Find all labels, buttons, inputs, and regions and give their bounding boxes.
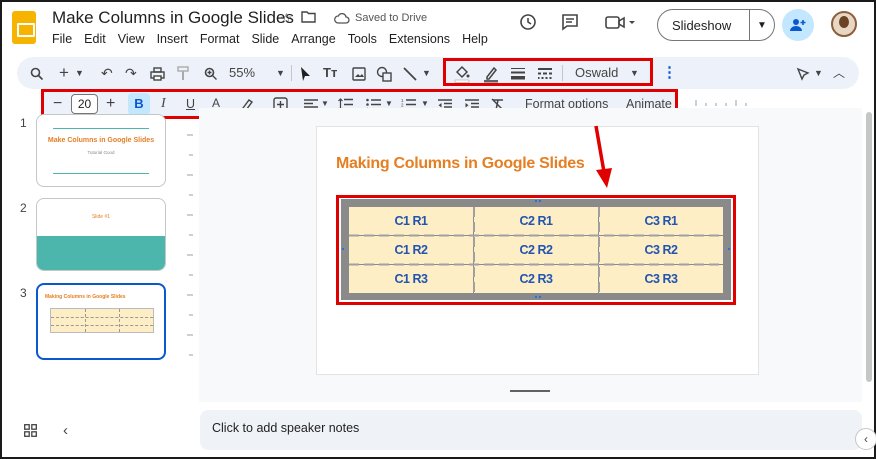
title-icons: ☆ [280,10,316,27]
save-status[interactable]: Saved to Drive [334,12,427,24]
collapse-filmstrip-icon[interactable]: ‹ [63,423,68,440]
red-arrow-icon [594,125,612,188]
select-icon[interactable] [300,57,312,89]
menu-tools[interactable]: Tools [348,32,377,46]
zoom-icon[interactable] [204,57,218,89]
print-icon[interactable] [150,57,165,89]
slide-title[interactable]: Making Columns in Google Slides [336,155,585,173]
menu-file[interactable]: File [52,32,72,46]
slide-number-2: 2 [20,201,27,215]
new-slide-icon[interactable]: + [59,57,69,89]
image-icon[interactable] [352,57,366,89]
thumb2-band [37,236,165,270]
side-panel-toggle-icon[interactable]: ‹ [855,428,876,450]
menu-view[interactable]: View [118,32,145,46]
search-menus-icon[interactable] [30,57,44,89]
collapse-toolbar-icon[interactable]: ︿ [833,57,845,89]
menu-bar: File Edit View Insert Format Slide Arran… [52,32,488,46]
table-highlight-box [336,195,736,305]
new-slide-dropdown-icon[interactable]: ▼ [75,57,84,89]
slide-thumbnail-3[interactable]: Making Columns in Google Slides [36,283,166,360]
save-status-text: Saved to Drive [355,12,428,24]
toolbar-highlight-box [443,58,653,86]
meet-icon[interactable] [604,12,638,37]
thumb2-title: Slide #1 [91,214,111,220]
cloud-icon [334,12,350,24]
menu-extensions[interactable]: Extensions [389,32,450,46]
document-title[interactable]: Make Columns in Google Slides [52,8,294,28]
line-dropdown-icon[interactable]: ▼ [422,57,431,89]
add-person-icon [790,19,806,31]
vertical-ruler [187,134,193,356]
horizontal-ruler [695,100,747,106]
share-button[interactable] [782,9,814,41]
slide-number-3: 3 [20,286,27,300]
undo-icon[interactable]: ↶ [101,57,113,89]
slide-thumbnail-1[interactable]: Make Columns in Google Slides Tutorial G… [36,114,166,187]
grid-view-icon[interactable] [24,424,37,440]
menu-edit[interactable]: Edit [84,32,106,46]
zoom-value[interactable]: 55% [229,57,255,89]
zoom-dropdown-icon[interactable]: ▼ [276,57,285,89]
slide-number-1: 1 [20,116,27,130]
thumb1-title: Make Columns in Google Slides [47,137,155,144]
version-history-icon[interactable] [518,12,538,37]
canvas-scrollbar[interactable] [866,112,872,382]
bottom-controls: ‹ [24,423,68,440]
more-options-icon[interactable]: ⋮ [662,57,677,89]
shape-icon[interactable] [376,57,392,89]
line-icon[interactable] [402,57,418,89]
slideshow-button[interactable]: Slideshow ▼ [657,9,775,41]
slideshow-label: Slideshow [658,10,750,40]
menu-slide[interactable]: Slide [251,32,279,46]
main-toolbar: + ▼ ↶ ↷ 55% ▼ Tт ▼ Oswald ▼ ⋮ ▼ ︿ [17,57,859,89]
slide-thumbnail-2[interactable]: Slide #1 [36,198,166,271]
thumb3-title: Making Columns in Google Slides [45,294,126,300]
comments-icon[interactable] [560,12,580,37]
text-box-icon[interactable]: Tт [323,57,337,89]
thumb1-subtitle: Tutorial Good [87,150,115,155]
slideshow-dropdown-icon[interactable]: ▼ [750,20,774,31]
menu-insert[interactable]: Insert [157,32,188,46]
menu-help[interactable]: Help [462,32,488,46]
avatar[interactable] [831,11,857,37]
move-folder-icon[interactable] [300,10,316,27]
redo-icon[interactable]: ↷ [125,57,137,89]
menu-arrange[interactable]: Arrange [291,32,335,46]
notes-resize-handle[interactable] [510,390,550,392]
pointer-mode-icon[interactable] [796,57,810,89]
star-icon[interactable]: ☆ [280,10,293,27]
paint-format-icon[interactable] [177,57,189,89]
slides-logo-icon[interactable] [12,11,36,44]
menu-format[interactable]: Format [200,32,240,46]
speaker-notes-field[interactable]: Click to add speaker notes [200,410,862,450]
thumb3-table [50,308,154,333]
pointer-dropdown-icon[interactable]: ▼ [814,57,823,89]
